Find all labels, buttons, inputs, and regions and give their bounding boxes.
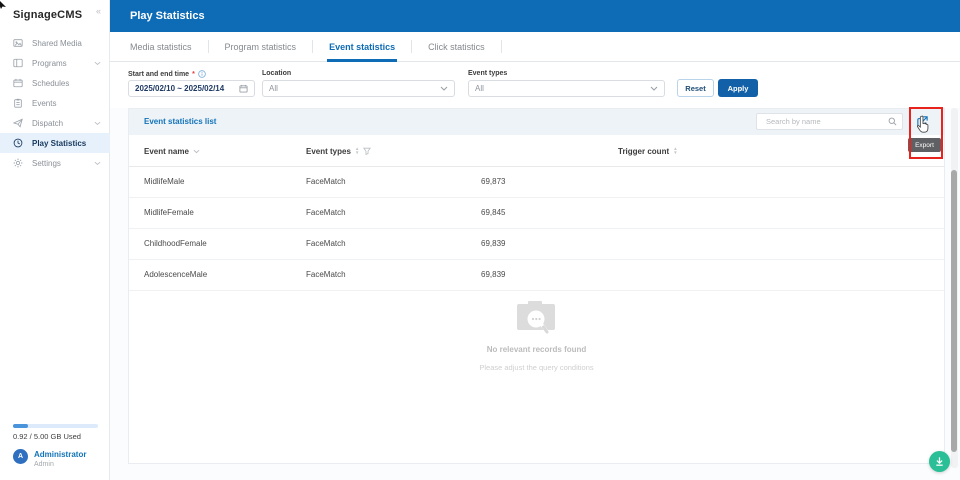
storage-usage-label: 0.92 / 5.00 GB Used xyxy=(13,432,81,441)
tab-program-statistics[interactable]: Program statistics xyxy=(209,32,313,62)
cell-trigger-count: 69,845 xyxy=(481,198,505,228)
table-row[interactable]: ChildhoodFemale FaceMatch 69,839 xyxy=(129,229,944,260)
chevron-down-icon xyxy=(94,61,101,66)
date-range-label: Start and end time* xyxy=(128,70,206,78)
chevron-down-icon xyxy=(440,86,448,91)
sidebar-item-dispatch[interactable]: Dispatch xyxy=(0,113,110,133)
search-icon[interactable] xyxy=(888,117,897,126)
cell-event-name: ChildhoodFemale xyxy=(144,229,207,259)
app-window: SignageCMS « Shared MediaProgramsSchedul… xyxy=(0,0,960,480)
panel-title-band: Event statistics list Export xyxy=(129,109,944,135)
sidebar-item-settings[interactable]: Settings xyxy=(0,153,110,173)
cell-trigger-count: 69,839 xyxy=(481,229,505,259)
location-select[interactable]: All xyxy=(262,80,455,97)
scrollbar-thumb[interactable] xyxy=(951,170,957,452)
table-row[interactable]: MidlifeFemale FaceMatch 69,845 xyxy=(129,198,944,229)
search-input[interactable] xyxy=(764,116,888,127)
filter-funnel-icon[interactable] xyxy=(363,147,371,155)
sort-icon[interactable]: ▲▼ xyxy=(355,147,360,154)
empty-state-subtitle: Please adjust the query conditions xyxy=(129,363,944,372)
apply-button[interactable]: Apply xyxy=(718,79,758,97)
sidebar-menu: Shared MediaProgramsSchedulesEventsDispa… xyxy=(0,33,110,173)
storage-progressbar xyxy=(13,424,98,428)
schedules-icon xyxy=(13,78,24,89)
sidebar-item-programs[interactable]: Programs xyxy=(0,53,110,73)
storage-progress-fill xyxy=(13,424,28,428)
cell-event-name: AdolescenceMale xyxy=(144,260,207,290)
user-role: Admin xyxy=(34,461,54,468)
empty-state-title: No relevant records found xyxy=(129,345,944,354)
sidebar-item-events[interactable]: Events xyxy=(0,93,110,113)
chevron-down-icon xyxy=(94,121,101,126)
column-header-trigger-count[interactable]: Trigger count ▲▼ xyxy=(618,135,678,167)
page-title: Play Statistics xyxy=(130,0,205,32)
sort-desc-icon[interactable] xyxy=(193,149,200,154)
main-area: Play Statistics Media statisticsProgram … xyxy=(110,0,960,480)
tab-divider xyxy=(501,40,502,53)
tab-bar: Media statisticsProgram statisticsEvent … xyxy=(110,32,960,62)
tab-click-statistics[interactable]: Click statistics xyxy=(412,32,501,62)
table-body: MidlifeMale FaceMatch 69,873 MidlifeFemale F… xyxy=(129,167,944,291)
page-header: Play Statistics xyxy=(110,0,960,32)
avatar[interactable]: A xyxy=(13,449,28,464)
cell-event-name: MidlifeFemale xyxy=(144,198,194,228)
settings-icon xyxy=(13,158,24,169)
reset-button[interactable]: Reset xyxy=(677,79,714,97)
download-fab-button[interactable] xyxy=(929,451,950,472)
sidebar-item-schedules[interactable]: Schedules xyxy=(0,73,110,93)
export-button[interactable] xyxy=(915,114,930,129)
sidebar-item-play-statistics[interactable]: Play Statistics xyxy=(0,133,110,153)
sidebar-collapse-icon[interactable]: « xyxy=(96,6,101,16)
column-header-event-name[interactable]: Event name xyxy=(144,135,200,167)
app-logo: SignageCMS xyxy=(13,9,82,21)
event-types-select[interactable]: All xyxy=(468,80,665,97)
programs-icon xyxy=(13,58,24,69)
download-icon xyxy=(934,456,945,467)
calendar-icon xyxy=(239,84,248,93)
tab-media-statistics[interactable]: Media statistics xyxy=(114,32,208,62)
column-header-event-types[interactable]: Event types ▲▼ xyxy=(306,135,371,167)
play-statistics-icon xyxy=(13,138,24,149)
cell-event-type: FaceMatch xyxy=(306,260,346,290)
chevron-down-icon xyxy=(650,86,658,91)
sidebar: SignageCMS « Shared MediaProgramsSchedul… xyxy=(0,0,110,480)
search-box xyxy=(756,113,903,130)
info-icon[interactable] xyxy=(198,70,206,78)
export-icon xyxy=(916,115,929,128)
shared-media-icon xyxy=(13,38,24,49)
sort-icon[interactable]: ▲▼ xyxy=(673,147,678,154)
event-statistics-panel: Event statistics list Export Event name xyxy=(128,108,945,464)
no-records-icon xyxy=(514,299,560,337)
table-row[interactable]: MidlifeMale FaceMatch 69,873 xyxy=(129,167,944,198)
empty-state: No relevant records found Please adjust … xyxy=(129,287,944,372)
cell-event-type: FaceMatch xyxy=(306,229,346,259)
chevron-down-icon xyxy=(94,161,101,166)
cell-event-name: MidlifeMale xyxy=(144,167,184,197)
filter-bar: Start and end time* 2025/02/10 ~ 2025/02… xyxy=(110,62,960,108)
date-range-input[interactable]: 2025/02/10 ~ 2025/02/14 xyxy=(128,80,255,97)
cell-trigger-count: 69,873 xyxy=(481,167,505,197)
table-header: Event name Event types ▲▼ Trigger count … xyxy=(129,135,944,167)
dispatch-icon xyxy=(13,118,24,129)
tab-event-statistics[interactable]: Event statistics xyxy=(313,32,411,62)
events-icon xyxy=(13,98,24,109)
cell-event-type: FaceMatch xyxy=(306,167,346,197)
required-asterisk: * xyxy=(192,71,195,78)
event-types-label: Event types xyxy=(468,70,507,77)
export-tooltip: Export xyxy=(908,138,941,152)
panel-title: Event statistics list xyxy=(144,109,216,135)
cell-event-type: FaceMatch xyxy=(306,198,346,228)
sidebar-item-shared-media[interactable]: Shared Media xyxy=(0,33,110,53)
cell-trigger-count: 69,839 xyxy=(481,260,505,290)
location-label: Location xyxy=(262,70,291,77)
user-name[interactable]: Administrator xyxy=(34,450,86,459)
